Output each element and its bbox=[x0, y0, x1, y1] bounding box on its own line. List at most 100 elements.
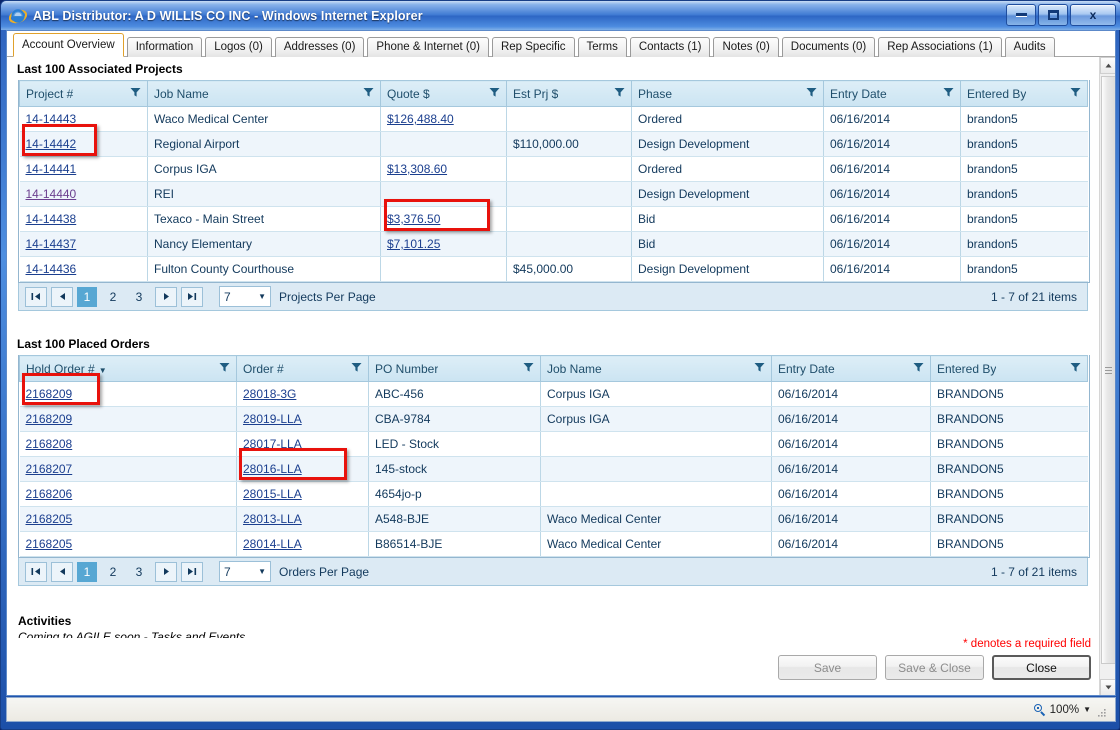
pager-next-button[interactable] bbox=[155, 561, 177, 582]
filter-icon[interactable] bbox=[363, 87, 374, 101]
pager-last-button[interactable] bbox=[181, 561, 203, 582]
cell-project-number[interactable]: 14-14436 bbox=[19, 256, 148, 282]
hold-order-link[interactable]: 2168209 bbox=[26, 412, 73, 426]
orders-per-page-select[interactable]: 7 ▼ bbox=[219, 561, 271, 582]
pager-prev-button[interactable] bbox=[51, 286, 73, 307]
tab-audits[interactable]: Audits bbox=[1004, 37, 1055, 57]
cell-hold-order-number[interactable]: 2168206 bbox=[19, 481, 237, 507]
cell-quote[interactable]: $3,376.50 bbox=[380, 206, 507, 232]
tab-information[interactable]: Information bbox=[126, 37, 203, 57]
close-window-button[interactable]: x bbox=[1070, 4, 1116, 26]
project-link[interactable]: 14-14436 bbox=[26, 262, 77, 276]
tab-logos[interactable]: Logos (0) bbox=[205, 37, 272, 57]
cell-hold-order-number[interactable]: 2168205 bbox=[19, 506, 237, 532]
pager-page-2[interactable]: 2 bbox=[103, 287, 123, 307]
orders-col-job-name[interactable]: Job Name bbox=[540, 355, 772, 382]
cell-quote[interactable]: $13,308.60 bbox=[380, 156, 507, 182]
projects-per-page-select[interactable]: 7 ▼ bbox=[219, 286, 271, 307]
resize-grip-icon[interactable] bbox=[1097, 705, 1107, 717]
cell-project-number[interactable]: 14-14437 bbox=[19, 231, 148, 257]
projects-col-project-number[interactable]: Project # bbox=[19, 80, 148, 107]
pager-first-button[interactable] bbox=[25, 561, 47, 582]
table-row[interactable]: 14-14443 Waco Medical Center $126,488.40… bbox=[19, 106, 1088, 132]
tab-rep-associations[interactable]: Rep Associations (1) bbox=[878, 37, 1002, 57]
orders-col-entry-date[interactable]: Entry Date bbox=[771, 355, 931, 382]
quote-link[interactable]: $126,488.40 bbox=[387, 112, 454, 126]
order-link[interactable]: 28015-LLA bbox=[243, 487, 302, 501]
cell-quote[interactable]: $7,101.25 bbox=[380, 231, 507, 257]
project-link[interactable]: 14-14438 bbox=[26, 212, 77, 226]
tab-documents[interactable]: Documents (0) bbox=[781, 37, 876, 57]
cell-project-number[interactable]: 14-14440 bbox=[19, 181, 148, 207]
pager-page-3[interactable]: 3 bbox=[129, 287, 149, 307]
table-row[interactable]: 2168207 28016-LLA 145-stock 06/16/2014 B… bbox=[19, 456, 1088, 482]
order-link[interactable]: 28017-LLA bbox=[243, 437, 302, 451]
hold-order-link[interactable]: 2168205 bbox=[26, 537, 73, 551]
quote-link[interactable]: $3,376.50 bbox=[387, 212, 440, 226]
orders-col-hold-order-number[interactable]: Hold Order # ▼ bbox=[19, 355, 237, 382]
scroll-up-button[interactable] bbox=[1100, 57, 1115, 74]
cell-project-number[interactable]: 14-14438 bbox=[19, 206, 148, 232]
scrollbar-thumb[interactable] bbox=[1101, 76, 1115, 664]
projects-col-job-name[interactable]: Job Name bbox=[147, 80, 381, 107]
filter-icon[interactable] bbox=[351, 362, 362, 376]
hold-order-link[interactable]: 2168208 bbox=[26, 437, 73, 451]
projects-col-phase[interactable]: Phase bbox=[631, 80, 824, 107]
order-link[interactable]: 28013-LLA bbox=[243, 512, 302, 526]
cell-order-number[interactable]: 28015-LLA bbox=[236, 481, 369, 507]
quote-link[interactable]: $7,101.25 bbox=[387, 237, 440, 251]
filter-icon[interactable] bbox=[1070, 87, 1081, 101]
cell-hold-order-number[interactable]: 2168209 bbox=[19, 381, 237, 407]
projects-col-quote[interactable]: Quote $ bbox=[380, 80, 507, 107]
cell-project-number[interactable]: 14-14442 bbox=[19, 131, 148, 157]
order-link[interactable]: 28018-3G bbox=[243, 387, 296, 401]
orders-col-entered-by[interactable]: Entered By bbox=[930, 355, 1088, 382]
cell-hold-order-number[interactable]: 2168205 bbox=[19, 531, 237, 557]
table-row[interactable]: 2168208 28017-LLA LED - Stock 06/16/2014… bbox=[19, 431, 1088, 457]
tab-phone-internet[interactable]: Phone & Internet (0) bbox=[367, 37, 489, 57]
filter-icon[interactable] bbox=[130, 87, 141, 101]
orders-col-order-number[interactable]: Order # bbox=[236, 355, 369, 382]
pager-next-button[interactable] bbox=[155, 286, 177, 307]
tab-notes[interactable]: Notes (0) bbox=[713, 37, 779, 57]
tab-contacts[interactable]: Contacts (1) bbox=[629, 37, 711, 57]
minimize-button[interactable] bbox=[1006, 4, 1036, 26]
pager-page-1[interactable]: 1 bbox=[77, 286, 97, 307]
table-row[interactable]: 2168205 28013-LLA A548-BJE Waco Medical … bbox=[19, 506, 1088, 532]
filter-icon[interactable] bbox=[806, 87, 817, 101]
filter-icon[interactable] bbox=[913, 362, 924, 376]
save-and-close-button[interactable]: Save & Close bbox=[885, 655, 984, 680]
projects-col-est-prj[interactable]: Est Prj $ bbox=[506, 80, 632, 107]
filter-icon[interactable] bbox=[1070, 362, 1081, 376]
cell-project-number[interactable]: 14-14443 bbox=[19, 106, 148, 132]
table-row[interactable]: 14-14438 Texaco - Main Street $3,376.50 … bbox=[19, 206, 1088, 232]
filter-icon[interactable] bbox=[523, 362, 534, 376]
filter-icon[interactable] bbox=[614, 87, 625, 101]
tab-addresses[interactable]: Addresses (0) bbox=[274, 37, 365, 57]
hold-order-link[interactable]: 2168209 bbox=[26, 387, 73, 401]
cell-project-number[interactable]: 14-14441 bbox=[19, 156, 148, 182]
filter-icon[interactable] bbox=[943, 87, 954, 101]
table-row[interactable]: 2168209 28019-LLA CBA-9784 Corpus IGA 06… bbox=[19, 406, 1088, 432]
cell-order-number[interactable]: 28016-LLA bbox=[236, 456, 369, 482]
vertical-scrollbar[interactable] bbox=[1099, 57, 1115, 695]
cell-order-number[interactable]: 28013-LLA bbox=[236, 506, 369, 532]
project-link[interactable]: 14-14437 bbox=[26, 237, 77, 251]
orders-col-po-number[interactable]: PO Number bbox=[368, 355, 541, 382]
project-link[interactable]: 14-14441 bbox=[26, 162, 77, 176]
pager-page-3[interactable]: 3 bbox=[129, 562, 149, 582]
zoom-control[interactable]: 100% ▼ bbox=[1033, 703, 1091, 716]
pager-last-button[interactable] bbox=[181, 286, 203, 307]
filter-icon[interactable] bbox=[489, 87, 500, 101]
filter-icon[interactable] bbox=[219, 362, 230, 376]
project-link[interactable]: 14-14443 bbox=[26, 112, 77, 126]
order-link[interactable]: 28019-LLA bbox=[243, 412, 302, 426]
table-row[interactable]: 14-14440 REI Design Development 06/16/20… bbox=[19, 181, 1088, 207]
table-row[interactable]: 2168205 28014-LLA B86514-BJE Waco Medica… bbox=[19, 531, 1088, 557]
cell-order-number[interactable]: 28018-3G bbox=[236, 381, 369, 407]
table-row[interactable]: 2168209 28018-3G ABC-456 Corpus IGA 06/1… bbox=[19, 381, 1088, 407]
table-row[interactable]: 14-14436 Fulton County Courthouse $45,00… bbox=[19, 256, 1088, 282]
cell-hold-order-number[interactable]: 2168208 bbox=[19, 431, 237, 457]
table-row[interactable]: 2168206 28015-LLA 4654jo-p 06/16/2014 BR… bbox=[19, 481, 1088, 507]
cell-order-number[interactable]: 28019-LLA bbox=[236, 406, 369, 432]
